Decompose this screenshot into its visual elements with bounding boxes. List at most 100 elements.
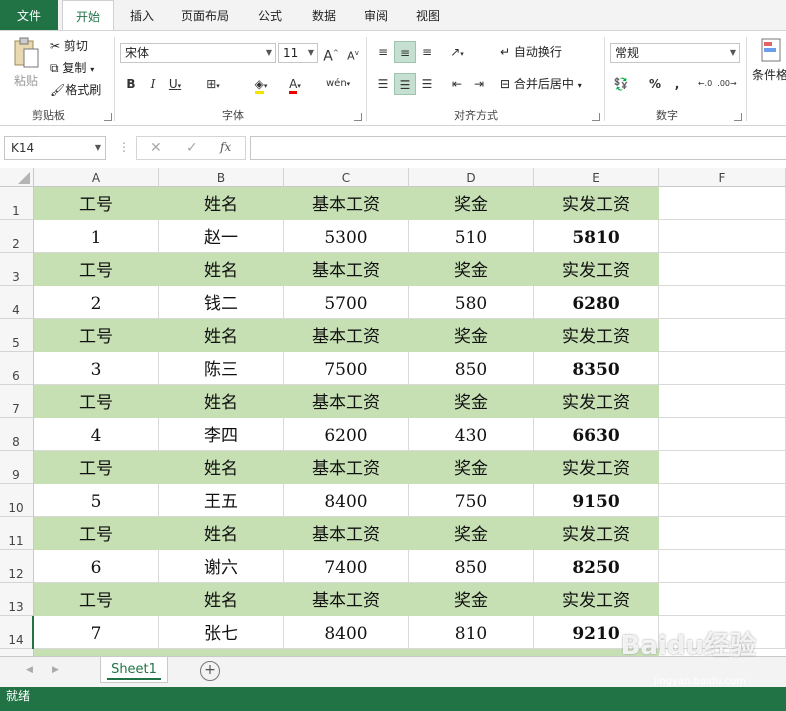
align-left-button[interactable]: ☰ [372, 73, 394, 95]
data-cell[interactable]: 4 [34, 418, 159, 451]
percent-button[interactable]: % [644, 73, 666, 95]
data-cell[interactable]: 8350 [534, 352, 659, 385]
empty-cell[interactable] [659, 385, 786, 418]
data-cell[interactable]: 5 [34, 484, 159, 517]
data-cell[interactable]: 6280 [534, 286, 659, 319]
orientation-button[interactable]: ↗▾ [446, 41, 468, 63]
header-cell[interactable]: 姓名 [159, 517, 284, 550]
data-cell[interactable]: 510 [409, 220, 534, 253]
header-cell[interactable]: 奖金 [409, 649, 534, 656]
header-cell[interactable]: 奖金 [409, 517, 534, 550]
header-cell[interactable]: 姓名 [159, 187, 284, 220]
font-launcher-icon[interactable] [354, 113, 362, 121]
italic-button[interactable]: I [142, 73, 164, 95]
header-cell[interactable]: 奖金 [409, 187, 534, 220]
cut-button[interactable]: ✂ 剪切 [50, 37, 88, 54]
header-cell[interactable]: 姓名 [159, 451, 284, 484]
header-cell[interactable]: 工号 [34, 451, 159, 484]
tab-home[interactable]: 开始 [62, 0, 114, 30]
empty-cell[interactable] [659, 352, 786, 385]
increase-indent-button[interactable]: ⇥ [468, 73, 490, 95]
empty-cell[interactable] [659, 451, 786, 484]
align-bottom-button[interactable]: ≡ [416, 41, 438, 63]
header-cell[interactable]: 工号 [34, 649, 159, 656]
header-cell[interactable]: 实发工资 [534, 253, 659, 286]
header-cell[interactable]: 实发工资 [534, 517, 659, 550]
phonetic-button[interactable]: wén▾ [326, 73, 350, 95]
border-button[interactable]: ⊞▾ [202, 73, 224, 95]
header-cell[interactable]: 基本工资 [284, 385, 409, 418]
merge-center-button[interactable]: ⊟ 合并后居中 ▾ [500, 75, 582, 92]
column-header-a[interactable]: A [34, 168, 159, 187]
data-cell[interactable]: 7 [34, 616, 159, 649]
header-cell[interactable]: 奖金 [409, 385, 534, 418]
row-header[interactable]: 9 [0, 451, 34, 484]
decrease-font-button[interactable]: Av [342, 42, 364, 64]
decrease-indent-button[interactable]: ⇤ [446, 73, 468, 95]
empty-cell[interactable] [659, 484, 786, 517]
header-cell[interactable]: 工号 [34, 319, 159, 352]
insert-function-icon[interactable]: fx [220, 140, 231, 154]
data-cell[interactable]: 王五 [159, 484, 284, 517]
header-cell[interactable]: 工号 [34, 187, 159, 220]
row-header[interactable]: 12 [0, 550, 34, 583]
add-sheet-icon[interactable]: + [200, 661, 220, 681]
header-cell[interactable]: 奖金 [409, 583, 534, 616]
tab-insert[interactable]: 插入 [122, 0, 162, 30]
header-cell[interactable]: 工号 [34, 385, 159, 418]
empty-cell[interactable] [659, 220, 786, 253]
header-cell[interactable]: 实发工资 [534, 319, 659, 352]
header-cell[interactable]: 奖金 [409, 451, 534, 484]
row-header[interactable]: 13 [0, 583, 34, 616]
fill-color-button[interactable]: ◈▾ [250, 73, 272, 95]
column-header-f[interactable]: F [659, 168, 786, 187]
data-cell[interactable]: 6200 [284, 418, 409, 451]
column-header-c[interactable]: C [284, 168, 409, 187]
column-header-d[interactable]: D [409, 168, 534, 187]
data-cell[interactable]: 李四 [159, 418, 284, 451]
align-middle-button[interactable]: ≡ [394, 41, 416, 63]
data-cell[interactable]: 张七 [159, 616, 284, 649]
header-cell[interactable]: 工号 [34, 583, 159, 616]
align-top-button[interactable]: ≡ [372, 41, 394, 63]
data-cell[interactable]: 5700 [284, 286, 409, 319]
empty-cell[interactable] [659, 187, 786, 220]
number-format-select[interactable]: 常规 ▼ [610, 43, 740, 63]
font-name-select[interactable]: 宋体 ▼ [120, 43, 276, 63]
data-cell[interactable]: 8400 [284, 484, 409, 517]
header-cell[interactable]: 基本工资 [284, 187, 409, 220]
name-box[interactable]: K14 ▼ [4, 136, 106, 160]
empty-cell[interactable] [659, 253, 786, 286]
row-header[interactable]: 8 [0, 418, 34, 451]
header-cell[interactable]: 实发工资 [534, 187, 659, 220]
column-header-e[interactable]: E [534, 168, 659, 187]
conditional-format-button[interactable]: 条件格 [752, 37, 786, 83]
header-cell[interactable]: 姓名 [159, 319, 284, 352]
data-cell[interactable]: 9150 [534, 484, 659, 517]
worksheet-grid[interactable]: A B C D E F 1 工号 姓名 基本工资 奖金 实发工资 2 1 赵一 5300 510 5810 3 工号姓… [0, 168, 786, 656]
tab-view[interactable]: 视图 [408, 0, 448, 30]
align-right-button[interactable]: ☰ [416, 73, 438, 95]
sheet-tab-sheet1[interactable]: Sheet1 [100, 657, 168, 683]
row-header[interactable]: 4 [0, 286, 34, 319]
font-size-select[interactable]: 11 ▼ [278, 43, 318, 63]
row-header[interactable]: 1 [0, 187, 34, 220]
data-cell[interactable]: 钱二 [159, 286, 284, 319]
row-header[interactable]: 2 [0, 220, 34, 253]
empty-cell[interactable] [659, 418, 786, 451]
data-cell[interactable]: 850 [409, 352, 534, 385]
clipboard-launcher-icon[interactable] [104, 113, 112, 121]
header-cell[interactable]: 基本工资 [284, 253, 409, 286]
format-painter-button[interactable]: 🖌格式刷 [50, 81, 101, 98]
bold-button[interactable]: B [120, 73, 142, 95]
select-all-corner[interactable] [0, 168, 34, 187]
data-cell[interactable]: 谢六 [159, 550, 284, 583]
row-header[interactable]: 10 [0, 484, 34, 517]
tab-review[interactable]: 审阅 [356, 0, 396, 30]
increase-decimal-button[interactable]: ←.0 [694, 73, 716, 95]
data-cell[interactable]: 430 [409, 418, 534, 451]
data-cell[interactable]: 810 [409, 616, 534, 649]
currency-button[interactable]: 💱 [610, 73, 632, 95]
row-header[interactable]: 7 [0, 385, 34, 418]
scroll-right-icon[interactable]: ▶ [52, 665, 59, 675]
